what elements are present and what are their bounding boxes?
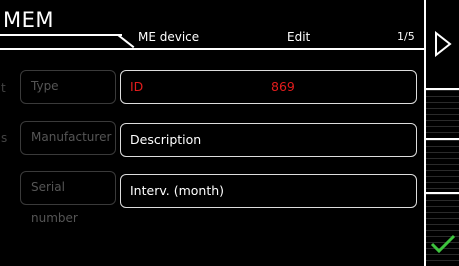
- serial-number-button[interactable]: Serial number: [20, 171, 116, 225]
- id-field[interactable]: ID 869: [120, 70, 417, 104]
- description-field[interactable]: Description: [120, 123, 417, 157]
- mem-edit-screen: MEM ME device Edit 1/5 t Type s Manufact…: [0, 0, 459, 266]
- sidebar-empty-softkey-1[interactable]: [426, 90, 459, 138]
- id-field-label: ID: [130, 79, 144, 94]
- confirm-button[interactable]: [426, 226, 459, 262]
- header-underline: [0, 48, 424, 50]
- interval-field[interactable]: Interv. (month): [120, 174, 417, 208]
- sidebar-empty-softkey-2[interactable]: [426, 140, 459, 192]
- interval-field-label: Interv. (month): [130, 183, 225, 198]
- type-button[interactable]: Type: [20, 70, 116, 104]
- page-title: MEM: [3, 8, 55, 32]
- edge-text-2: s: [1, 131, 8, 145]
- description-field-label: Description: [130, 132, 202, 147]
- device-type-label: ME device: [138, 30, 200, 44]
- id-field-value: 869: [271, 79, 295, 94]
- header-divider-slant: [117, 34, 135, 49]
- header-divider: [0, 34, 122, 36]
- page-indicator: 1/5: [397, 30, 415, 43]
- next-page-button[interactable]: [426, 0, 459, 88]
- play-right-icon: [434, 31, 452, 57]
- checkmark-icon: [430, 234, 455, 254]
- manufacturer-button[interactable]: Manufacturer: [20, 121, 116, 155]
- edge-text-1: t: [1, 81, 6, 95]
- mode-label: Edit: [287, 30, 311, 44]
